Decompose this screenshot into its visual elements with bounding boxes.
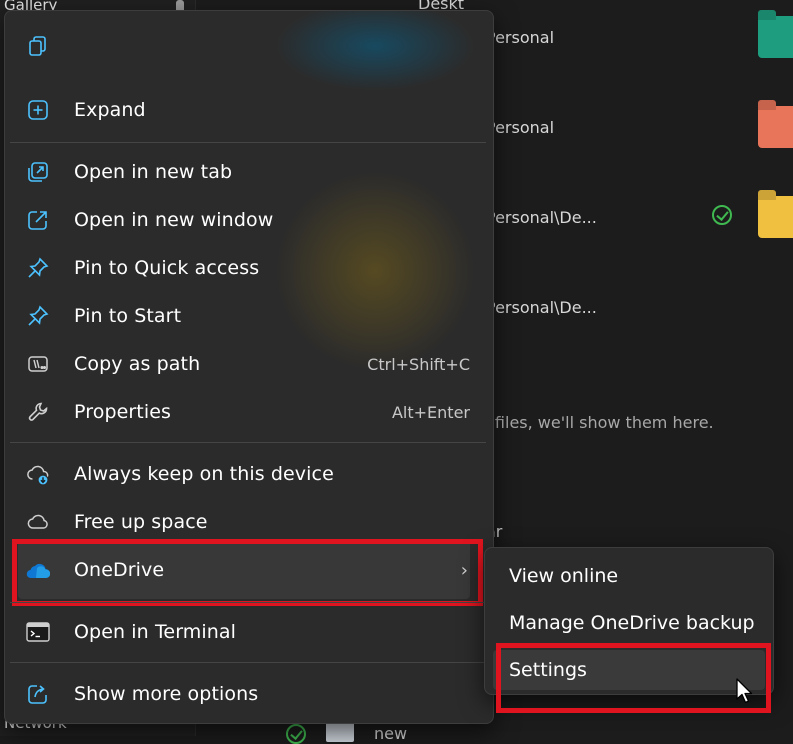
new-tab-icon — [26, 160, 50, 184]
menu-item-pin-quick-access[interactable]: Pin to Quick access — [10, 246, 486, 290]
menu-item-label: Open in new tab — [74, 161, 233, 183]
expand-icon — [26, 98, 50, 122]
file-name-partial: new — [374, 724, 408, 743]
highlight-box-settings — [496, 643, 771, 713]
menu-item-label: Copy as path — [74, 353, 201, 375]
copy-button[interactable] — [10, 24, 486, 68]
file-path: Personal\De... — [486, 298, 597, 317]
empty-state-message: e files, we'll show them here. — [480, 413, 714, 432]
synced-check-icon — [712, 205, 732, 225]
menu-item-open-new-tab[interactable]: Open in new tab — [10, 150, 486, 194]
pin-icon — [26, 304, 50, 328]
menu-item-label: Pin to Start — [74, 305, 182, 327]
submenu-item-view-online[interactable]: View online — [493, 556, 765, 596]
menu-item-label: Open in new window — [74, 209, 274, 231]
file-thumbnail — [326, 722, 354, 742]
keyboard-shortcut: Ctrl+Shift+C — [367, 354, 470, 374]
menu-item-pin-start[interactable]: Pin to Start — [10, 294, 486, 338]
menu-item-show-more-options[interactable]: Show more options — [10, 672, 486, 716]
menu-separator — [10, 142, 486, 143]
mouse-cursor-icon — [736, 678, 754, 708]
open-new-window-icon — [26, 208, 50, 232]
share-icon — [26, 682, 50, 706]
menu-item-label: Pin to Quick access — [74, 257, 260, 279]
file-path: Personal — [486, 118, 555, 137]
music-folder-icon[interactable] — [758, 106, 793, 148]
menu-item-open-new-window[interactable]: Open in new window — [10, 198, 486, 242]
menu-item-free-up-space[interactable]: Free up space — [10, 500, 486, 544]
file-path: Personal\De... — [486, 208, 597, 227]
pin-icon — [26, 256, 50, 280]
submenu-item-manage-backup[interactable]: Manage OneDrive backup — [493, 603, 765, 643]
menu-item-label: Free up space — [74, 511, 208, 533]
menu-item-expand[interactable]: Expand — [10, 88, 486, 132]
downloads-folder-icon[interactable] — [758, 16, 793, 58]
menu-item-open-terminal[interactable]: Open in Terminal — [10, 610, 486, 654]
menu-separator — [10, 662, 486, 663]
keyboard-shortcut: Alt+Enter — [391, 402, 470, 422]
menu-item-label: Always keep on this device — [74, 463, 334, 485]
folder-icon[interactable] — [758, 196, 793, 238]
cloud-icon — [26, 510, 50, 534]
highlight-box-onedrive — [12, 539, 483, 606]
copy-icon — [26, 34, 50, 58]
menu-item-copy-path[interactable]: Copy as path Ctrl+Shift+C — [10, 342, 486, 386]
terminal-icon — [26, 620, 50, 644]
copy-path-icon — [26, 352, 50, 376]
menu-item-label: Properties — [74, 401, 172, 423]
menu-item-label: Show more options — [74, 683, 259, 705]
file-path: Personal — [486, 28, 555, 47]
menu-separator — [10, 442, 486, 443]
menu-item-label: Open in Terminal — [74, 621, 237, 643]
cloud-download-icon — [26, 462, 50, 486]
synced-check-icon — [286, 724, 306, 744]
wrench-icon — [26, 400, 50, 424]
menu-item-label: Expand — [74, 99, 146, 121]
menu-item-properties[interactable]: Properties Alt+Enter — [10, 390, 486, 434]
menu-separator — [10, 602, 486, 603]
menu-item-always-keep[interactable]: Always keep on this device — [10, 452, 486, 496]
